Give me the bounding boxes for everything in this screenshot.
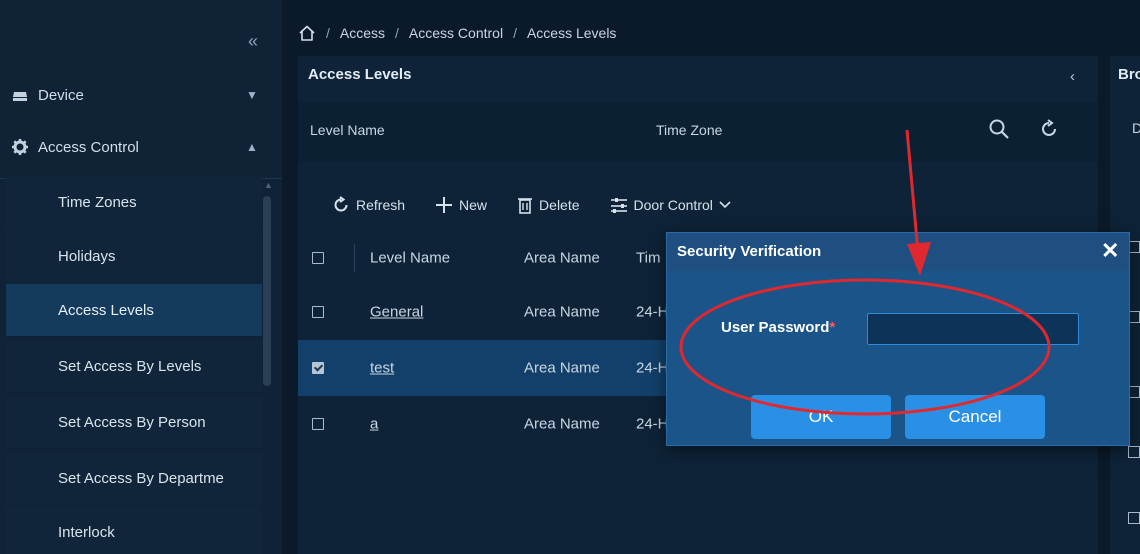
reset-icon[interactable] — [1038, 118, 1062, 142]
nav-group-label: Access Control — [38, 138, 139, 156]
security-verification-dialog: Security Verification ✕ User Password* O… — [666, 232, 1130, 446]
new-label: New — [459, 197, 488, 213]
row-checkbox[interactable] — [312, 362, 324, 374]
sidebar-item-label: Time Zones — [58, 193, 137, 211]
level-name-link[interactable]: test — [370, 360, 394, 377]
close-icon[interactable]: ✕ — [1101, 239, 1119, 263]
nav-group-access-control[interactable]: Access Control ▲ — [0, 124, 282, 170]
panel-collapse-button[interactable]: ‹ — [1070, 68, 1075, 85]
refresh-icon — [332, 196, 350, 214]
required-mark: * — [829, 319, 836, 336]
right-panel-title: Bro — [1118, 66, 1140, 83]
select-all-checkbox[interactable] — [312, 252, 324, 264]
sidebar-item-label: Set Access By Person — [58, 413, 206, 431]
scroll-up-arrow-icon[interactable]: ▲ — [264, 180, 273, 190]
area-name-cell: Area Name — [524, 359, 600, 377]
sidebar-item-set-access-by-department[interactable]: Set Access By Departme — [6, 452, 262, 504]
row-checkbox[interactable] — [1128, 512, 1140, 524]
row-checkbox[interactable] — [1128, 446, 1140, 458]
breadcrumb: / Access / Access Control / Access Level… — [298, 22, 616, 44]
dialog-header: Security Verification ✕ — [667, 233, 1129, 271]
breadcrumb-separator: / — [395, 25, 399, 41]
sidebar: « Device ▼ Access Control ▲ Time Zones H… — [0, 0, 282, 554]
sidebar-item-label: Access Levels — [58, 301, 154, 319]
panel-title: Access Levels — [308, 66, 412, 83]
chevron-down-icon: ▼ — [246, 88, 258, 102]
column-divider — [354, 244, 355, 272]
sidebar-item-interlock[interactable]: Interlock — [6, 506, 262, 554]
chevron-up-icon: ▲ — [246, 140, 258, 154]
plus-icon — [435, 196, 453, 214]
breadcrumb-separator: / — [513, 25, 517, 41]
sidebar-scrollbar[interactable] — [263, 196, 271, 386]
sidebar-item-time-zones[interactable]: Time Zones — [6, 176, 262, 228]
time-zone-filter[interactable]: Time Zone — [656, 122, 946, 146]
dialog-title: Security Verification — [677, 243, 822, 260]
time-zone-cell: 24-H — [636, 359, 669, 377]
right-panel-filter: D — [1132, 120, 1140, 136]
device-icon — [10, 85, 30, 105]
sidebar-item-label: Set Access By Departme — [58, 469, 224, 487]
delete-label: Delete — [539, 197, 580, 213]
row-checkbox[interactable] — [312, 418, 324, 430]
sidebar-item-holidays[interactable]: Holidays — [6, 230, 262, 282]
gear-icon — [10, 137, 30, 157]
sidebar-item-set-access-by-levels[interactable]: Set Access By Levels — [6, 340, 262, 392]
level-name-link[interactable]: a — [370, 416, 378, 433]
door-control-icon — [610, 196, 628, 214]
breadcrumb-separator: / — [326, 25, 330, 41]
level-name-link[interactable]: General — [370, 304, 423, 321]
level-name-filter[interactable]: Level Name — [310, 122, 620, 146]
sidebar-item-label: Set Access By Levels — [58, 357, 202, 375]
header-time-zone[interactable]: Tim — [636, 250, 660, 267]
cancel-button[interactable]: Cancel — [905, 395, 1045, 439]
new-button[interactable]: New — [435, 196, 487, 214]
user-password-input[interactable] — [867, 313, 1079, 345]
ok-button[interactable]: OK — [751, 395, 891, 439]
delete-button[interactable]: Delete — [517, 196, 580, 214]
row-checkbox[interactable] — [312, 306, 324, 318]
breadcrumb-item-access-levels: Access Levels — [526, 25, 617, 41]
filter-row: Level Name Time Zone — [298, 102, 1098, 162]
sidebar-collapse-button[interactable]: « — [248, 32, 258, 50]
breadcrumb-item-access[interactable]: Access — [340, 25, 385, 41]
nav-group-device[interactable]: Device ▼ — [0, 72, 282, 118]
door-control-label: Door Control — [633, 197, 713, 213]
area-name-cell: Area Name — [524, 415, 600, 433]
time-zone-cell: 24-H — [636, 303, 669, 321]
trash-icon — [517, 196, 533, 214]
sidebar-item-label: Interlock — [58, 523, 115, 541]
search-icon[interactable] — [988, 118, 1012, 142]
chevron-down-icon — [719, 201, 731, 209]
refresh-button[interactable]: Refresh — [332, 196, 405, 214]
password-label: User Password* — [721, 319, 835, 336]
header-area-name[interactable]: Area Name — [524, 250, 600, 267]
sidebar-item-set-access-by-person[interactable]: Set Access By Person — [6, 396, 262, 448]
header-level-name[interactable]: Level Name — [370, 250, 450, 267]
door-control-dropdown[interactable]: Door Control — [610, 196, 731, 214]
breadcrumb-item-access-control[interactable]: Access Control — [409, 25, 503, 41]
sidebar-item-label: Holidays — [58, 247, 116, 265]
nav-group-label: Device — [38, 86, 84, 104]
password-label-text: User Password — [721, 319, 830, 336]
area-name-cell: Area Name — [524, 303, 600, 321]
sidebar-item-access-levels[interactable]: Access Levels — [6, 284, 262, 336]
home-icon[interactable] — [298, 25, 316, 41]
toolbar: Refresh New Delete Door Control — [332, 192, 761, 218]
refresh-label: Refresh — [356, 197, 406, 213]
